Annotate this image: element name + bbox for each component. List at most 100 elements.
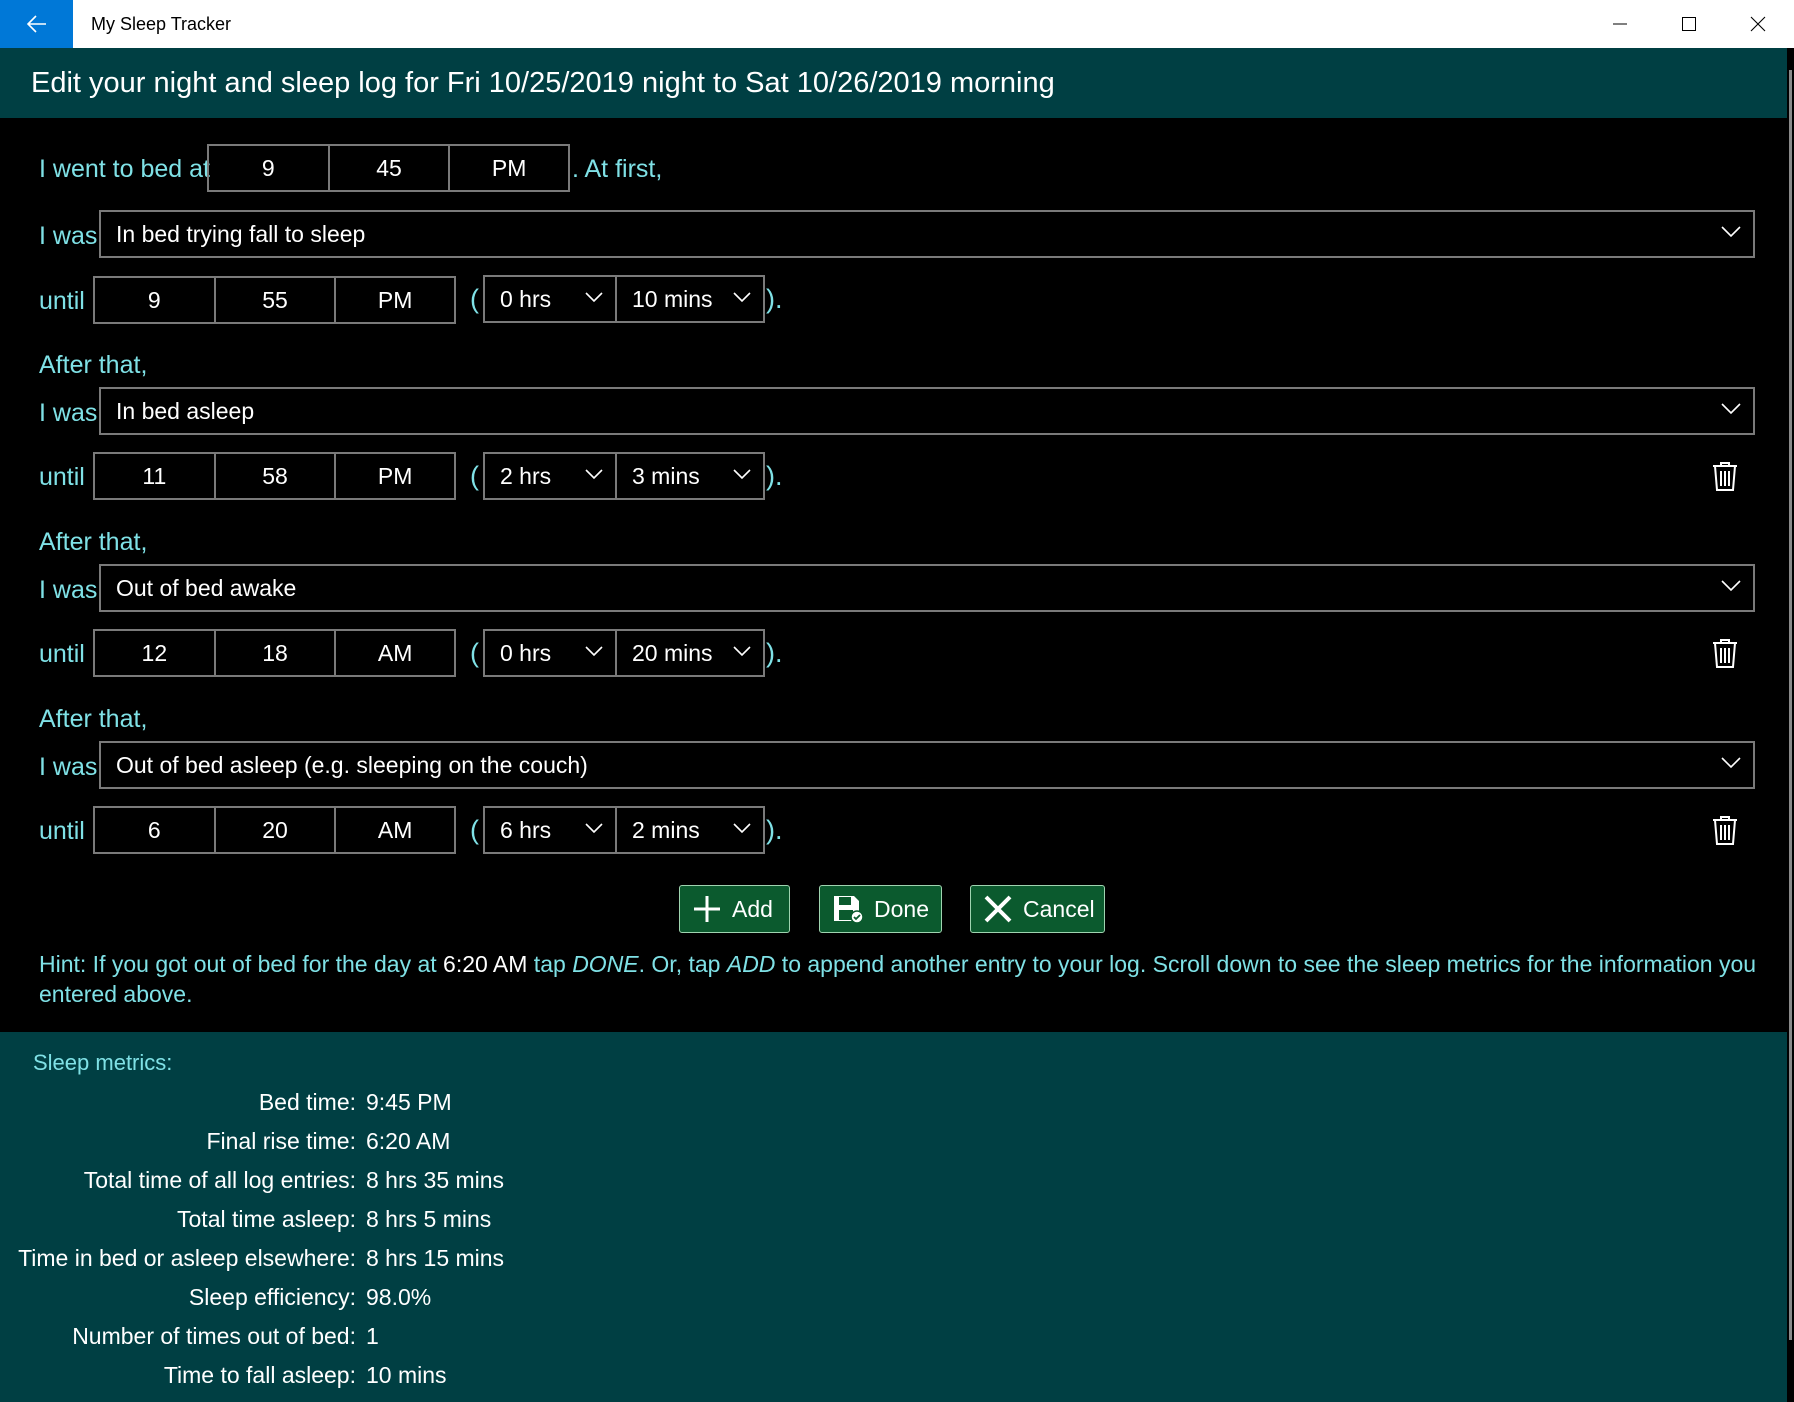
metric-row: Final rise time: 6:20 AM [0, 1128, 1000, 1158]
i-was-label: I was [39, 753, 98, 781]
i-was-label: I was [39, 222, 98, 250]
minutes-value: 20 mins [632, 639, 713, 666]
until-hour[interactable]: 9 [95, 278, 216, 322]
add-button-label: Add [732, 895, 773, 922]
until-ampm[interactable]: PM [336, 454, 454, 498]
until-ampm[interactable]: AM [336, 631, 454, 675]
until-minute[interactable]: 58 [216, 454, 337, 498]
trash-icon[interactable] [1710, 460, 1740, 492]
bedtime-label: I went to bed at [39, 155, 210, 183]
maximize-icon [1681, 17, 1696, 31]
maximize-button[interactable] [1654, 0, 1723, 48]
hours-dropdown-4[interactable]: 6 hrs [483, 806, 617, 854]
until-time-picker-2[interactable]: 11 58 PM [93, 452, 456, 500]
chevron-down-icon [585, 646, 603, 657]
metric-row: Bed time: 9:45 PM [0, 1089, 1000, 1119]
hint-part: tap [527, 951, 573, 977]
metric-value: 1 [366, 1323, 379, 1349]
until-hour[interactable]: 6 [95, 808, 216, 852]
scrollbar-thumb[interactable] [1789, 70, 1792, 1340]
paren-close: ). [766, 284, 783, 314]
after-that-label: After that, [39, 528, 148, 556]
close-window-button[interactable] [1723, 0, 1792, 48]
metrics-title: Sleep metrics: [33, 1050, 173, 1075]
done-button-label: Done [874, 895, 929, 922]
metric-value: 8 hrs 5 mins [366, 1206, 492, 1232]
trash-icon[interactable] [1710, 637, 1740, 669]
minutes-dropdown-4[interactable]: 2 mins [615, 806, 765, 854]
state-select-3[interactable]: Out of bed awake [99, 564, 1755, 612]
until-label: until [39, 287, 85, 315]
until-ampm[interactable]: PM [336, 278, 454, 322]
metric-label: Time to fall asleep: [163, 1362, 356, 1388]
cancel-button[interactable]: Cancel [970, 885, 1105, 933]
metric-value: 9:45 PM [366, 1089, 452, 1115]
minutes-value: 2 mins [632, 816, 700, 843]
add-button[interactable]: Add [679, 885, 790, 933]
minimize-button[interactable] [1585, 0, 1654, 48]
minutes-value: 10 mins [632, 285, 713, 312]
chevron-down-icon [1721, 403, 1741, 415]
minutes-dropdown-3[interactable]: 20 mins [615, 629, 765, 677]
minutes-dropdown-1[interactable]: 10 mins [615, 275, 765, 323]
chevron-down-icon [733, 823, 751, 834]
metric-row: Total time of all log entries: 8 hrs 35 m… [0, 1167, 1000, 1197]
hours-dropdown-1[interactable]: 0 hrs [483, 275, 617, 323]
bedtime-ampm[interactable]: PM [450, 146, 568, 190]
metric-value: 10 mins [366, 1362, 447, 1388]
metric-label: Time in bed or asleep elsewhere: [18, 1245, 356, 1271]
bedtime-picker[interactable]: 9 45 PM [207, 144, 570, 192]
hours-value: 2 hrs [500, 462, 552, 489]
i-was-label: I was [39, 576, 98, 604]
hint-done: DONE [572, 951, 639, 977]
until-minute[interactable]: 55 [216, 278, 337, 322]
hours-dropdown-3[interactable]: 0 hrs [483, 629, 617, 677]
metric-row: Sleep efficiency: 98.0% [0, 1284, 1000, 1314]
chevron-down-icon [1721, 580, 1741, 592]
hint-text: Hint: If you got out of bed for the day … [39, 949, 1759, 1009]
until-hour[interactable]: 12 [95, 631, 216, 675]
chevron-down-icon [585, 469, 603, 480]
hours-value: 0 hrs [500, 285, 552, 312]
until-time-picker-3[interactable]: 12 18 AM [93, 629, 456, 677]
metric-value: 8 hrs 35 mins [366, 1167, 505, 1193]
paren-close: ). [766, 815, 783, 845]
state-select-2[interactable]: In bed asleep [99, 387, 1755, 435]
metric-label: Total time of all log entries: [83, 1167, 356, 1193]
back-button[interactable] [0, 0, 73, 48]
metric-label: Final rise time: [206, 1128, 356, 1154]
bedtime-minute[interactable]: 45 [330, 146, 451, 190]
until-time-picker-1[interactable]: 9 55 PM [93, 276, 456, 324]
hint-time: 6:20 AM [443, 951, 528, 977]
hours-dropdown-2[interactable]: 2 hrs [483, 452, 617, 500]
metric-value: 6:20 AM [366, 1128, 451, 1154]
metric-value: 8 hrs 15 mins [366, 1245, 505, 1271]
hint-part: Hint: If you got out of bed for the day … [39, 951, 444, 977]
hours-value: 6 hrs [500, 816, 552, 843]
state-select-value: In bed trying fall to sleep [116, 220, 366, 247]
hint-part: . Or, tap [638, 951, 727, 977]
done-button[interactable]: Done [819, 885, 942, 933]
chevron-down-icon [585, 823, 603, 834]
state-select-value: Out of bed asleep (e.g. sleeping on the … [116, 751, 588, 778]
until-time-picker-4[interactable]: 6 20 AM [93, 806, 456, 854]
state-select-1[interactable]: In bed trying fall to sleep [99, 210, 1755, 258]
metric-label: Bed time: [258, 1089, 356, 1115]
back-arrow-icon [26, 15, 46, 33]
bedtime-hour[interactable]: 9 [209, 146, 330, 190]
minutes-dropdown-2[interactable]: 3 mins [615, 452, 765, 500]
until-ampm[interactable]: AM [336, 808, 454, 852]
state-select-4[interactable]: Out of bed asleep (e.g. sleeping on the … [99, 741, 1755, 789]
close-icon [1750, 16, 1765, 32]
at-first-label: . At first, [572, 155, 663, 183]
paren-close: ). [766, 461, 783, 491]
until-label: until [39, 817, 85, 845]
until-minute[interactable]: 20 [216, 808, 337, 852]
chevron-down-icon [733, 292, 751, 303]
state-select-value: Out of bed awake [116, 574, 297, 601]
trash-icon[interactable] [1710, 814, 1740, 846]
x-icon [984, 895, 1012, 923]
until-minute[interactable]: 18 [216, 631, 337, 675]
until-hour[interactable]: 11 [95, 454, 216, 498]
sleep-metrics-panel: Sleep metrics: Bed time: 9:45 PM Final ri… [0, 1032, 1787, 1402]
